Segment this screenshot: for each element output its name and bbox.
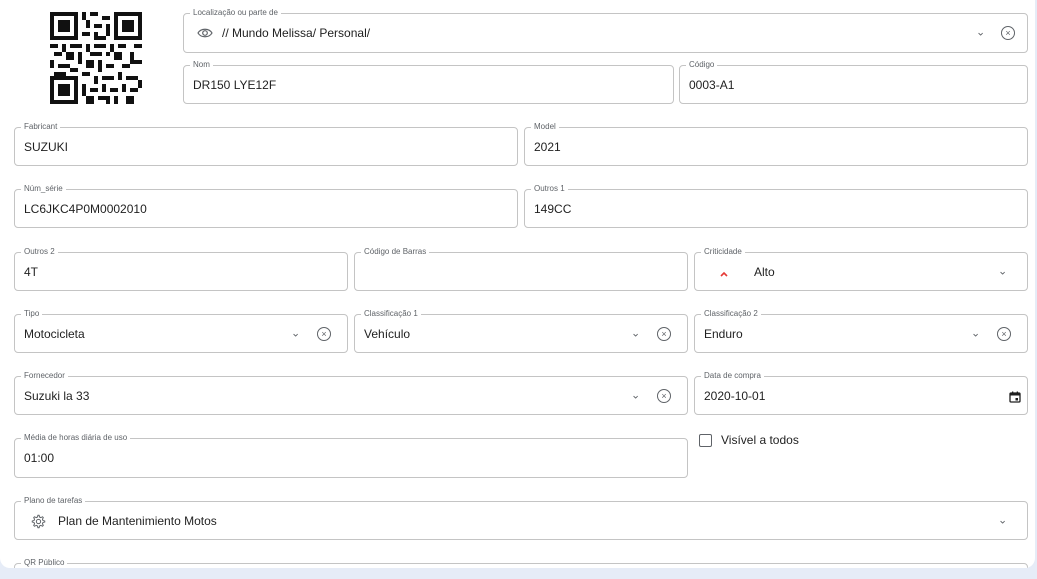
clear-circle-icon[interactable]: × — [317, 326, 331, 341]
gear-icon — [31, 514, 46, 529]
media-horas-value: 01:00 — [24, 451, 55, 465]
codigo-barras-field[interactable]: Código de Barras — [354, 247, 688, 291]
qr-code — [50, 12, 142, 104]
chevron-down-icon[interactable]: ⌄ — [631, 390, 640, 401]
plano-tarefas-select[interactable]: Plano de tarefas Plan de Mantenimiento M… — [14, 496, 1028, 540]
classificacao1-value: Vehículo — [364, 326, 411, 341]
outros1-field[interactable]: Outros 1 149CC — [524, 184, 1028, 228]
codigo-value: 0003-A1 — [689, 77, 735, 92]
fornecedor-value: Suzuki la 33 — [24, 388, 90, 403]
visivel-label[interactable]: Visível a todos — [721, 433, 799, 447]
fabricante-value: SUZUKI — [24, 139, 69, 154]
qr-publico-field[interactable]: QR Público — [14, 558, 1028, 568]
clear-circle-icon[interactable]: × — [1001, 26, 1015, 40]
chevron-down-icon[interactable]: ⌄ — [971, 328, 980, 339]
classificacao1-select[interactable]: Classificação 1 Vehículo ⌄ × — [354, 309, 688, 353]
plano-tarefas-value: Plan de Mantenimiento Motos — [58, 513, 217, 528]
eye-icon — [197, 26, 213, 40]
tipo-value: Motocicleta — [24, 326, 85, 341]
modelo-field[interactable]: Model 2021 — [524, 122, 1028, 166]
clear-circle-icon[interactable]: × — [997, 326, 1011, 341]
nome-field[interactable]: Nom DR150 LYE12F — [183, 60, 674, 104]
data-compra-value: 2020-10-01 — [704, 388, 766, 403]
modelo-value: 2021 — [534, 139, 561, 154]
classificacao2-select[interactable]: Classificação 2 Enduro ⌄ × — [694, 309, 1028, 353]
location-value: // Mundo Melissa/ Personal/ — [222, 26, 371, 40]
num-serie-value: LC6JKC4P0M0002010 — [24, 201, 147, 216]
clear-circle-icon[interactable]: × — [657, 388, 671, 403]
codigo-field[interactable]: Código 0003-A1 — [679, 60, 1028, 104]
tipo-select[interactable]: Tipo Motocicleta ⌄ × — [14, 309, 348, 353]
nome-value: DR150 LYE12F — [193, 77, 277, 92]
outros1-value: 149CC — [534, 201, 572, 216]
chevron-down-icon[interactable]: ⌄ — [291, 328, 300, 339]
criticidade-select[interactable]: Criticidade Alto ⌄ — [694, 247, 1028, 291]
num-serie-field[interactable]: Núm_série LC6JKC4P0M0002010 — [14, 184, 518, 228]
clear-circle-icon[interactable]: × — [657, 326, 671, 341]
asset-form: Localização ou parte de // Mundo Melissa… — [0, 0, 1035, 568]
location-field[interactable]: Localização ou parte de // Mundo Melissa… — [183, 8, 1028, 53]
calendar-icon[interactable] — [1009, 390, 1021, 403]
criticidade-value: Alto — [754, 264, 775, 279]
chevron-down-icon[interactable]: ⌄ — [976, 27, 985, 39]
codigo-barras-label: Código de Barras — [361, 247, 430, 257]
chevron-up-icon — [719, 266, 729, 277]
chevron-down-icon[interactable]: ⌄ — [998, 515, 1007, 526]
data-compra-field[interactable]: Data de compra 2020-10-01 — [694, 371, 1028, 415]
qr-publico-label: QR Público — [21, 558, 68, 568]
criticidade-label: Criticidade — [701, 247, 745, 257]
classificacao2-value: Enduro — [704, 326, 743, 341]
outros2-value: 4T — [24, 264, 39, 279]
fornecedor-select[interactable]: Fornecedor Suzuki la 33 ⌄ × — [14, 371, 688, 415]
outros2-field[interactable]: Outros 2 4T — [14, 247, 348, 291]
visivel-checkbox[interactable] — [699, 434, 712, 447]
chevron-down-icon[interactable]: ⌄ — [998, 266, 1007, 277]
media-horas-field[interactable]: Média de horas diária de uso 01:00 — [14, 433, 688, 478]
chevron-down-icon[interactable]: ⌄ — [631, 328, 640, 339]
fabricante-field[interactable]: Fabricant SUZUKI — [14, 122, 518, 166]
